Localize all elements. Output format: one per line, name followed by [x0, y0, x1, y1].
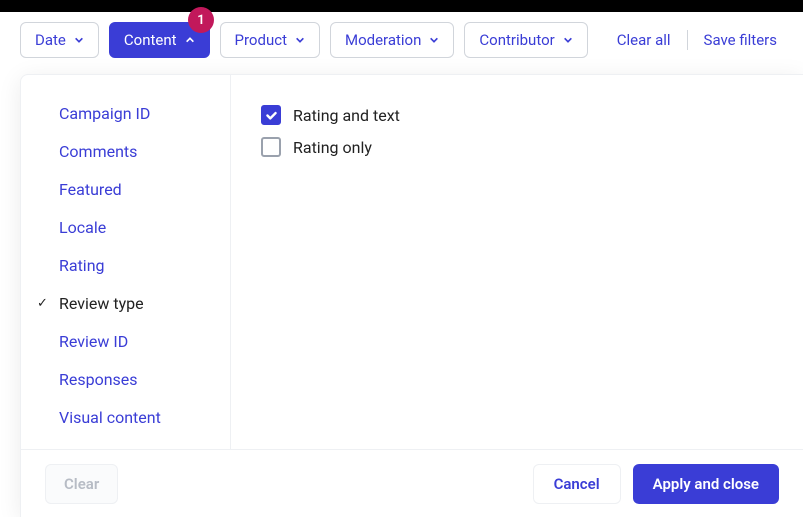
sidebar-item-comments[interactable]: Comments — [21, 133, 230, 171]
option-label: Rating and text — [293, 106, 400, 125]
chevron-down-icon — [429, 35, 439, 45]
sidebar-item-rating[interactable]: Rating — [21, 247, 230, 285]
clear-button[interactable]: Clear — [45, 464, 118, 504]
sidebar-item-featured[interactable]: Featured — [21, 171, 230, 209]
sidebar-item-label: Campaign ID — [59, 103, 150, 125]
checkbox-checked-icon[interactable] — [261, 105, 281, 125]
filter-date-label: Date — [35, 31, 66, 49]
sidebar-item-label: Featured — [59, 179, 122, 201]
filter-moderation-label: Moderation — [345, 31, 421, 49]
filter-moderation[interactable]: Moderation — [330, 22, 454, 58]
filter-product-label: Product — [235, 31, 287, 49]
filter-category-sidebar: Campaign ID Comments Featured Locale Rat… — [21, 75, 231, 449]
chevron-down-icon — [74, 35, 84, 45]
filter-options-pane: Rating and text Rating only — [231, 75, 803, 449]
option-label: Rating only — [293, 138, 372, 157]
sidebar-item-label: Comments — [59, 141, 137, 163]
save-filters-link[interactable]: Save filters — [698, 28, 783, 52]
filter-content-label: Content — [124, 31, 177, 49]
filter-panel-footer: Clear Cancel Apply and close — [21, 449, 803, 517]
sidebar-item-locale[interactable]: Locale — [21, 209, 230, 247]
sidebar-item-label: Review type — [59, 293, 144, 315]
step-badge: 1 — [188, 7, 214, 33]
sidebar-item-campaign-id[interactable]: Campaign ID — [21, 95, 230, 133]
cancel-button[interactable]: Cancel — [533, 464, 621, 504]
filter-date[interactable]: Date — [20, 22, 99, 58]
clear-all-link[interactable]: Clear all — [611, 28, 677, 52]
check-icon: ✓ — [37, 293, 48, 315]
sidebar-item-label: Visual content — [59, 407, 161, 429]
checkbox-unchecked-icon[interactable] — [261, 137, 281, 157]
window-top-bar — [0, 0, 803, 12]
filter-contributor[interactable]: Contributor — [464, 22, 587, 58]
filter-bar: 1 Date Content Product Moderation Contri… — [0, 12, 803, 68]
chevron-down-icon — [563, 35, 573, 45]
option-rating-and-text[interactable]: Rating and text — [261, 99, 773, 131]
sidebar-item-label: Responses — [59, 369, 138, 391]
sidebar-item-responses[interactable]: Responses — [21, 361, 230, 399]
sidebar-item-review-type[interactable]: ✓ Review type — [21, 285, 230, 323]
option-rating-only[interactable]: Rating only — [261, 131, 773, 163]
sidebar-item-review-id[interactable]: Review ID — [21, 323, 230, 361]
divider — [687, 30, 688, 50]
filter-panel-body: Campaign ID Comments Featured Locale Rat… — [21, 75, 803, 449]
filter-panel: Campaign ID Comments Featured Locale Rat… — [20, 74, 803, 517]
sidebar-item-label: Review ID — [59, 331, 128, 353]
sidebar-item-label: Locale — [59, 217, 106, 239]
filter-product[interactable]: Product — [220, 22, 320, 58]
apply-and-close-button[interactable]: Apply and close — [633, 464, 779, 504]
filter-contributor-label: Contributor — [479, 31, 554, 49]
sidebar-item-label: Rating — [59, 255, 105, 277]
sidebar-item-visual-content[interactable]: Visual content — [21, 399, 230, 437]
chevron-down-icon — [295, 35, 305, 45]
chevron-up-icon — [185, 35, 195, 45]
